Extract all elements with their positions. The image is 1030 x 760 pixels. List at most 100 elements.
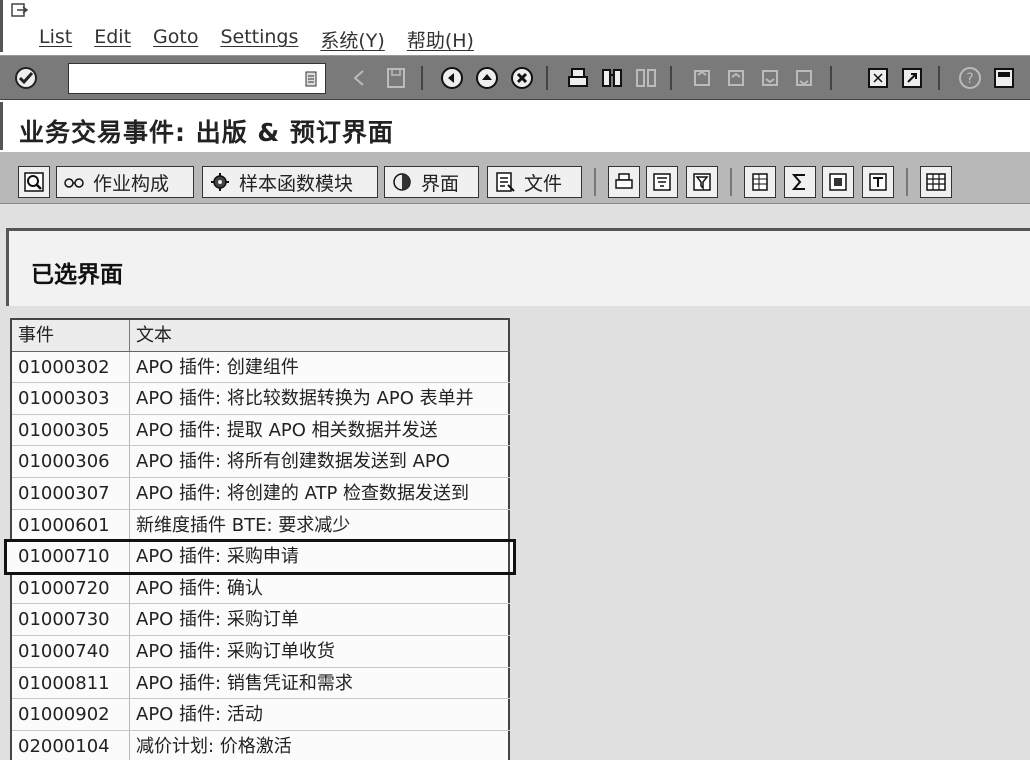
table-row[interactable]: 01000306 APO 插件: 将所有创建数据发送到 APO (12, 446, 510, 478)
table-row[interactable]: 01000740 APO 插件: 采购订单收货 (12, 635, 510, 668)
toolbar-separator (938, 66, 940, 90)
menu-bar: List Edit Goto Settings 系统(Y) 帮助(H) (0, 0, 1030, 52)
event-text-cell: APO 插件: 采购申请 (130, 541, 510, 572)
first-page-icon[interactable] (690, 66, 714, 90)
menu-help[interactable]: 帮助(H) (407, 26, 474, 53)
interface-button[interactable]: 界面 (384, 166, 479, 198)
table-body: 01000302 APO 插件: 创建组件 01000303 APO 插件: 将比较数… (4, 351, 516, 760)
sort-icon (653, 173, 671, 191)
layout-button[interactable] (862, 166, 894, 198)
sample-function-module-label: 样本函数模块 (239, 172, 354, 195)
printer-icon (615, 173, 633, 189)
event-text-cell: APO 插件: 销售凭证和需求 (130, 667, 510, 699)
find-icon[interactable] (600, 66, 624, 90)
details-button[interactable] (822, 166, 854, 198)
interface-button-label: 界面 (421, 172, 460, 195)
print-list-button[interactable] (608, 166, 640, 198)
group-title: 已选界面 (31, 262, 123, 288)
event-code-cell: 01000307 (12, 477, 130, 509)
system-menu-icon[interactable] (11, 3, 29, 19)
find-next-icon[interactable] (634, 66, 658, 90)
new-session-icon[interactable] (866, 66, 890, 90)
grid-icon (926, 173, 946, 191)
table-row[interactable]: 01000902 APO 插件: 活动 (12, 699, 510, 731)
event-text-cell: APO 插件: 确认 (130, 572, 510, 604)
content-area: 已选界面 事件 文本 01000302 APO 插件: 创建组件 01000303 A… (0, 204, 1030, 760)
svg-text:?: ? (966, 71, 973, 87)
exit-icon[interactable] (475, 66, 499, 90)
enter-checkmark-icon[interactable] (14, 66, 38, 90)
event-text-cell: APO 插件: 活动 (130, 699, 510, 730)
event-text-cell: APO 插件: 将比较数据转换为 APO 表单并 (130, 383, 510, 414)
grid-button[interactable] (920, 166, 952, 198)
document-icon (496, 172, 515, 192)
table-row[interactable]: 01000302 APO 插件: 创建组件 (12, 351, 510, 384)
menu-goto[interactable]: Goto (153, 26, 198, 53)
table-row[interactable]: 01000710 APO 插件: 采购申请 (4, 539, 516, 575)
interface-icon (393, 173, 411, 191)
save-icon[interactable] (384, 66, 408, 90)
help-icon[interactable]: ? (958, 66, 982, 90)
document-button[interactable]: 文件 (487, 166, 582, 198)
shortcut-icon[interactable] (900, 66, 924, 90)
cancel-icon[interactable] (510, 66, 534, 90)
menu-edit[interactable]: Edit (94, 26, 131, 53)
menu-system[interactable]: 系统(Y) (320, 26, 384, 53)
menu-settings[interactable]: Settings (220, 26, 298, 53)
column-header-event[interactable]: 事件 (12, 320, 130, 351)
sample-function-module-button[interactable]: 样本函数模块 (202, 166, 378, 198)
toolbar-separator (730, 168, 732, 196)
sum-button[interactable] (784, 166, 816, 198)
magnifier-icon (24, 172, 44, 192)
menu-list[interactable]: List (39, 26, 72, 53)
table-row[interactable]: 02000104 减价计划: 价格激活 (12, 730, 510, 760)
event-text-cell: 新维度插件 BTE: 要求减少 (130, 509, 510, 541)
export-button[interactable] (744, 166, 776, 198)
previous-page-icon[interactable] (724, 66, 748, 90)
menu-items: List Edit Goto Settings 系统(Y) 帮助(H) (39, 26, 496, 53)
event-code-cell: 01000306 (12, 446, 130, 477)
table-row[interactable]: 01000811 APO 插件: 销售凭证和需求 (12, 667, 510, 700)
layout-menu-icon[interactable] (992, 66, 1016, 90)
event-text-cell: APO 插件: 提取 APO 相关数据并发送 (130, 414, 510, 446)
gear-icon (211, 173, 229, 191)
table-row[interactable]: 01000303 APO 插件: 将比较数据转换为 APO 表单并 (12, 383, 510, 415)
event-text-cell: APO 插件: 将创建的 ATP 检查数据发送到 (130, 477, 510, 509)
structure-button[interactable]: 作业构成 (56, 166, 194, 198)
event-code-cell: 01000811 (12, 667, 130, 699)
table-row[interactable]: 01000307 APO 插件: 将创建的 ATP 检查数据发送到 (12, 477, 510, 510)
back-icon[interactable] (440, 66, 464, 90)
display-button[interactable] (18, 166, 50, 198)
command-field[interactable] (68, 63, 326, 94)
title-bar: 业务交易事件: 出版 & 预订界面 (0, 102, 1030, 150)
toolbar-separator (546, 66, 548, 90)
toolbar-separator (830, 66, 832, 90)
table-header: 事件 文本 (12, 320, 510, 352)
toolbar-separator (906, 168, 908, 196)
event-code-cell: 02000104 (12, 730, 130, 760)
event-text-cell: APO 插件: 采购订单收货 (130, 635, 510, 667)
sum-icon (791, 174, 805, 190)
event-code-cell: 01000303 (12, 383, 130, 414)
toolbar-separator (670, 66, 672, 90)
table-row[interactable]: 01000730 APO 插件: 采购订单 (12, 604, 510, 636)
event-code-cell: 01000730 (12, 604, 130, 635)
event-text-cell: APO 插件: 采购订单 (130, 604, 510, 635)
structure-button-label: 作业构成 (93, 172, 170, 195)
back-arrow-icon[interactable] (348, 66, 372, 90)
selected-interface-group: 已选界面 (6, 228, 1030, 306)
event-code-cell: 01000720 (12, 572, 130, 604)
print-icon[interactable] (566, 66, 590, 90)
event-text-cell: APO 插件: 创建组件 (130, 351, 510, 383)
table-row[interactable]: 01000720 APO 插件: 确认 (12, 572, 510, 605)
glasses-icon (64, 178, 84, 188)
column-header-text[interactable]: 文本 (130, 320, 510, 351)
sort-button[interactable] (646, 166, 678, 198)
next-page-icon[interactable] (758, 66, 782, 90)
table-row[interactable]: 01000305 APO 插件: 提取 APO 相关数据并发送 (12, 414, 510, 447)
event-code-cell: 01000902 (12, 699, 130, 730)
table-row[interactable]: 01000601 新维度插件 BTE: 要求减少 (12, 509, 510, 542)
filter-button[interactable] (686, 166, 718, 198)
last-page-icon[interactable] (792, 66, 816, 90)
command-history-icon[interactable] (305, 71, 317, 87)
